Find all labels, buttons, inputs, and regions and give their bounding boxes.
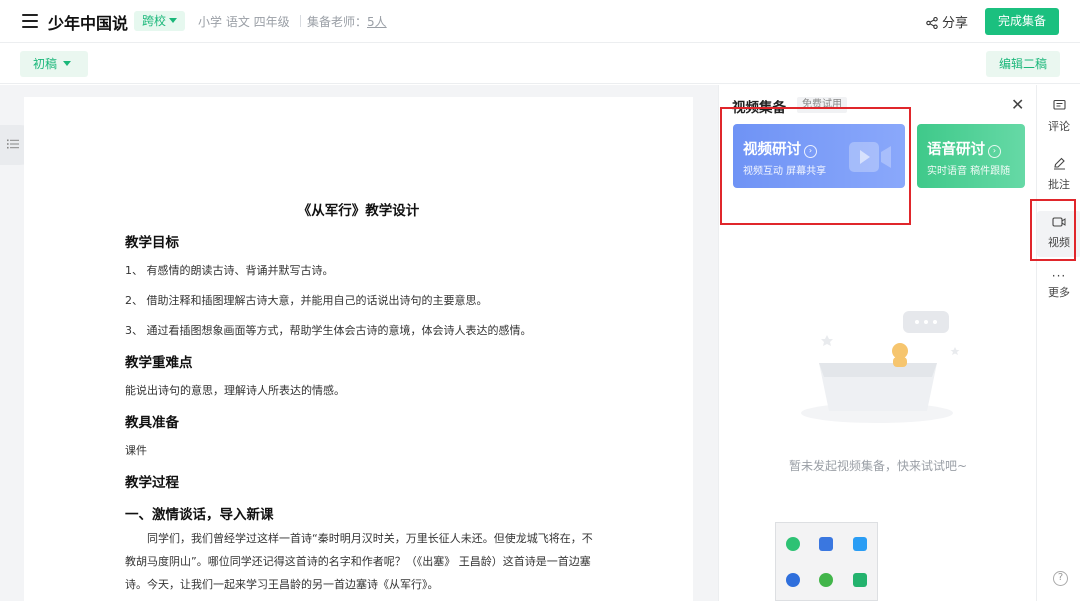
video-camera-icon — [849, 142, 891, 172]
edit-second-draft-button[interactable]: 编辑二稿 — [986, 51, 1060, 77]
top-bar: 少年中国说 跨校 小学 语文 四年级 集备老师：5人 分享 完成集备 — [0, 0, 1080, 43]
video-icon — [1052, 217, 1066, 227]
goal-item: 2、 借助注释和插图理解古诗大意，并能用自己的话说出诗句的主要意思。 — [125, 294, 488, 307]
draft-label: 初稿 — [33, 57, 58, 71]
document-workspace: 《从军行》教学设计 教学目标 1、 有感情的朗读古诗、背诵并默写古诗。 2、 借… — [0, 85, 718, 601]
draft-dropdown[interactable]: 初稿 — [20, 51, 88, 77]
comment-icon — [1052, 99, 1066, 110]
process-heading: 教学过程 — [125, 475, 179, 491]
panel-title: 视频集备 — [732, 100, 786, 116]
section-heading: 一、激情谈话，导入新课 — [125, 507, 274, 523]
school-scope-label: 跨校 — [142, 14, 167, 28]
menu-icon[interactable] — [22, 14, 38, 28]
share-icon — [926, 16, 938, 30]
system-tray-popup — [775, 522, 878, 601]
voice-card-subtitle: 实时语音 稿件跟随 — [927, 166, 1011, 177]
security-icon[interactable] — [819, 573, 833, 587]
more-icon: ··· — [1051, 269, 1067, 283]
free-trial-badge: 免费试用 — [797, 97, 847, 113]
finish-collab-button[interactable]: 完成集备 — [985, 8, 1059, 35]
goals-heading: 教学目标 — [125, 235, 179, 251]
wechat-icon[interactable] — [786, 537, 800, 551]
teachers-label: 集备老师： — [307, 15, 368, 29]
rail-annotate-label: 批注 — [1048, 178, 1070, 191]
share-label: 分享 — [942, 16, 969, 31]
school-scope-dropdown[interactable]: 跨校 — [134, 11, 186, 31]
rail-more-label: 更多 — [1048, 286, 1070, 299]
video-discussion-card[interactable]: 视频研讨 › 视频互动 屏幕共享 — [733, 124, 905, 188]
video-card-title: 视频研讨 — [743, 142, 801, 158]
key-points-heading: 教学重难点 — [125, 355, 193, 371]
voice-discussion-card[interactable]: 语音研讨 › 实时语音 稿件跟随 — [917, 124, 1025, 188]
rail-video-label: 视频 — [1048, 236, 1070, 249]
teachers-count-link[interactable]: 5人 — [367, 15, 387, 29]
voice-card-title: 语音研讨 — [927, 142, 985, 158]
right-rail: 评论 批注 视频 ··· 更多 ? — [1030, 85, 1080, 601]
video-collab-panel: 视频集备 免费试用 ✕ 视频研讨 › 视频互动 屏幕共享 语音研讨 › 实时语音 稿… — [718, 85, 1036, 601]
rail-comment-label: 评论 — [1048, 120, 1070, 133]
rail-comment[interactable]: 评论 — [1037, 99, 1080, 134]
video-card-subtitle: 视频互动 屏幕共享 — [743, 166, 827, 177]
rail-annotate[interactable]: 批注 — [1037, 157, 1080, 192]
subject-meta: 小学 语文 四年级 — [198, 15, 290, 29]
goal-item: 3、 通过看插图想象画面等方式，帮助学生体会古诗的意境，体会诗人表达的感情。 — [125, 324, 532, 337]
notes-icon[interactable] — [853, 573, 867, 587]
empty-box-illustration — [801, 311, 960, 423]
shield-icon[interactable] — [819, 537, 833, 551]
goal-item: 1、 有感情的朗读古诗、背诵并默写古诗。 — [125, 264, 334, 277]
chevron-down-icon — [63, 61, 72, 66]
list-icon — [7, 139, 19, 149]
document-title: 《从军行》教学设计 — [297, 203, 420, 219]
tools-text: 课件 — [125, 444, 147, 457]
cloud-icon[interactable] — [853, 537, 867, 551]
bluetooth-icon[interactable] — [786, 573, 800, 587]
divider — [300, 15, 301, 27]
help-icon[interactable]: ? — [1053, 571, 1068, 586]
tools-heading: 教具准备 — [125, 415, 179, 431]
share-button[interactable]: 分享 — [926, 12, 968, 31]
pen-icon — [1053, 157, 1065, 170]
rail-video[interactable]: 视频 — [1037, 211, 1080, 257]
chevron-down-icon — [169, 18, 178, 23]
draft-toolbar: 初稿 编辑二稿 — [0, 43, 1080, 84]
chevron-right-icon: › — [988, 145, 1001, 158]
app-title: 少年中国说 — [48, 14, 129, 33]
chevron-right-icon: › — [804, 145, 817, 158]
key-points-text: 能说出诗句的意思，理解诗人所表达的情感。 — [125, 384, 345, 397]
section-paragraph: 同学们，我们曾经学过这样一首诗“秦时明月汉时关，万里长征人未还。但使龙城飞将在，… — [125, 532, 593, 591]
empty-state-text: 暂未发起视频集备，快来试试吧~ — [788, 459, 968, 473]
rail-more[interactable]: ··· 更多 — [1037, 269, 1080, 300]
close-icon[interactable]: ✕ — [1011, 95, 1024, 114]
document-page[interactable]: 《从军行》教学设计 教学目标 1、 有感情的朗读古诗、背诵并默写古诗。 2、 借… — [24, 97, 693, 601]
teachers-meta: 集备老师：5人 — [307, 13, 387, 30]
